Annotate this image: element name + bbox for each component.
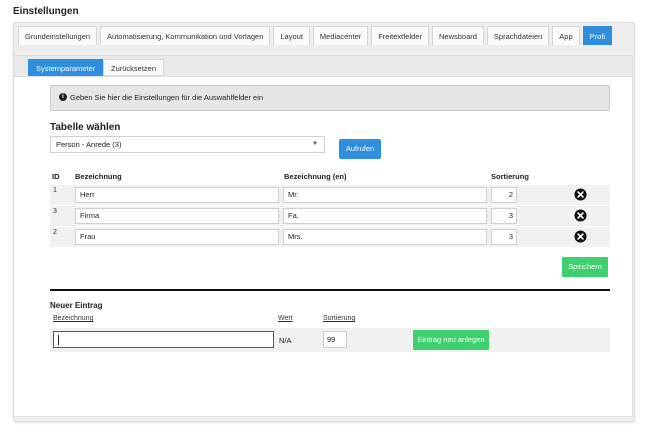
close-circle-icon[interactable] <box>574 188 587 201</box>
new-entry-label-bezeichnung: Bezeichnung <box>53 315 94 322</box>
bezeichnung-input[interactable]: Frau <box>75 229 279 245</box>
text-cursor <box>58 334 59 345</box>
info-text: Geben Sie hier die Einstellungen für die… <box>70 93 264 102</box>
sortierung-input[interactable]: 2 <box>491 187 517 203</box>
bezeichnung-en-input[interactable]: Mrs. <box>283 229 487 245</box>
column-header-bezeichnung-en: Bezeichnung (en) <box>284 172 347 181</box>
table-select-value: Person - Anrede (3) <box>56 140 122 149</box>
speichern-button[interactable]: Speichern <box>562 257 608 277</box>
new-entry-sortierung-input[interactable]: 99 <box>323 331 347 348</box>
bezeichnung-input[interactable]: Firma <box>75 208 279 224</box>
tab-mediacenter[interactable]: Mediacenter <box>312 26 369 45</box>
caret-down-icon: ▼ <box>312 141 318 147</box>
bezeichnung-en-input[interactable]: Mr. <box>283 187 487 203</box>
row-id: 1 <box>53 187 57 194</box>
table-select-title: Tabelle wählen <box>50 122 121 133</box>
row-id: 2 <box>53 229 57 236</box>
bezeichnung-en-input[interactable]: Fa. <box>283 208 487 224</box>
new-entry-label-wert: Wert <box>278 315 293 322</box>
sub-tabbar: Systemparameter Zurücksetzen <box>14 56 632 77</box>
info-circle-icon: i <box>59 93 67 102</box>
main-tabbar: Grundeinstellungen Automatisierung, Komm… <box>18 26 615 46</box>
close-circle-icon[interactable] <box>574 230 587 243</box>
close-circle-icon[interactable] <box>574 209 587 222</box>
tab-automatisierung[interactable]: Automatisierung, Kommunikation und Vorla… <box>100 26 271 45</box>
tab-sprachdateien[interactable]: Sprachdateien <box>486 26 550 45</box>
new-entry-title: Neuer Eintrag <box>50 301 103 310</box>
tab-profi[interactable]: Profi <box>582 26 613 45</box>
info-box: i Geben Sie hier die Einstellungen für di… <box>50 85 610 111</box>
page-title: Einstellungen <box>13 6 79 17</box>
row-id: 3 <box>53 208 57 215</box>
tab-app[interactable]: App <box>552 26 580 45</box>
sortierung-input[interactable]: 3 <box>491 229 517 245</box>
eintrag-neu-anlegen-button[interactable]: Eintrag neu anlegen <box>413 330 489 350</box>
new-entry-row: N/A 99 Eintrag neu anlegen <box>50 328 610 352</box>
tab-layout[interactable]: Layout <box>273 26 310 45</box>
subtab-systemparameter[interactable]: Systemparameter <box>28 59 104 76</box>
sortierung-input[interactable]: 3 <box>491 208 517 224</box>
column-header-id: ID <box>52 172 60 181</box>
new-entry-bezeichnung-input[interactable] <box>53 331 274 348</box>
subtab-zuruecksetzen[interactable]: Zurücksetzen <box>103 59 165 76</box>
table-select[interactable]: Person - Anrede (3) ▼ <box>50 136 325 153</box>
column-header-sortierung: Sortierung <box>491 172 529 181</box>
new-entry-label-sortierung: Sortierung <box>323 315 356 322</box>
content-panel: Systemparameter Zurücksetzen i Geben Sie … <box>13 55 633 417</box>
section-divider <box>50 289 610 291</box>
table-row: 1 Herr Mr. 2 <box>50 185 610 205</box>
column-header-bezeichnung: Bezeichnung <box>75 172 122 181</box>
bezeichnung-input[interactable]: Herr <box>75 187 279 203</box>
tab-newsboard[interactable]: Newsboard <box>431 26 484 45</box>
tab-freitextfelder[interactable]: Freitextfelder <box>371 26 429 45</box>
new-entry-wert-value: N/A <box>279 336 292 345</box>
aufrufen-button[interactable]: Aufrufen <box>339 139 381 159</box>
tab-grundeinstellungen[interactable]: Grundeinstellungen <box>18 26 98 45</box>
table-row: 2 Frau Mrs. 3 <box>50 227 610 247</box>
table-row: 3 Firma Fa. 3 <box>50 206 610 226</box>
